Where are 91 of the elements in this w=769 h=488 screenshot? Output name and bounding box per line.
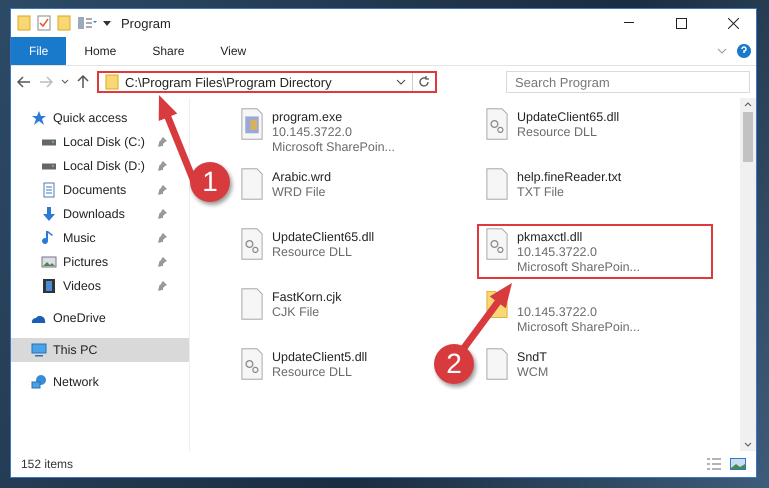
monitor-icon (31, 342, 47, 358)
sidebar-item[interactable]: Local Disk (D:) (11, 154, 189, 178)
file-item[interactable]: UpdateClient65.dll Resource DLL (232, 224, 382, 264)
network-icon (31, 374, 47, 390)
star-icon (31, 110, 47, 126)
tiles-view-icon[interactable] (730, 457, 746, 471)
gear-file-icon (240, 228, 264, 260)
pin-icon[interactable] (157, 233, 167, 243)
gear-file-icon (240, 348, 264, 380)
file-detail: WRD File (272, 185, 326, 200)
pin-icon[interactable] (157, 161, 167, 171)
file-name: FastKorn.cjk (272, 290, 342, 305)
pin-icon[interactable] (157, 137, 167, 147)
file-item[interactable]: help.fineReader.txt TXT File (477, 164, 630, 204)
sidebar-item[interactable]: Quick access (11, 106, 189, 130)
scrollbar-thumb[interactable] (743, 112, 753, 162)
window-title: Program (121, 16, 172, 30)
gear-file-icon (485, 108, 509, 140)
up-button[interactable] (77, 75, 89, 89)
item-count: 152 items (21, 457, 74, 471)
file-name: pkmaxctl.dll (517, 230, 584, 245)
file-detail: Microsoft SharePoin... (517, 260, 640, 275)
file-detail: TXT File (517, 185, 565, 200)
drive-icon (41, 138, 57, 146)
document-icon (41, 182, 57, 198)
sidebar-item[interactable]: Downloads (11, 202, 189, 226)
pin-icon[interactable] (157, 185, 167, 195)
sidebar-item[interactable]: Pictures (11, 250, 189, 274)
file-detail: 10.145.3722.0 (517, 245, 598, 260)
ribbon-tab[interactable]: Share (134, 37, 202, 65)
pin-icon[interactable] (157, 281, 167, 291)
file-detail: Microsoft SharePoin... (272, 140, 395, 155)
file-item[interactable]: FastKorn.cjk CJK File (232, 284, 350, 324)
close-icon (728, 18, 738, 28)
program-icon (240, 108, 264, 140)
details-view-icon[interactable] (706, 457, 722, 471)
file-name: UpdateClient65.dll (272, 230, 374, 245)
file-name: SndT (517, 350, 548, 365)
file-item[interactable]: program.exe 10.145.3722.0 Microsoft SharePoin... (232, 104, 403, 159)
picture-icon (41, 254, 57, 270)
sidebar-item[interactable]: This PC (11, 338, 189, 362)
dropdown-icon[interactable] (103, 19, 111, 27)
sidebar-item[interactable]: Music (11, 226, 189, 250)
recent-dropdown[interactable] (61, 79, 69, 85)
sidebar-item[interactable]: Local Disk (C:) (11, 130, 189, 154)
file-detail: Microsoft SharePoin... (517, 320, 640, 335)
file-item[interactable]: SndT WCM (477, 344, 556, 384)
file-detail: Resource DLL (272, 245, 353, 260)
download-arrow-icon (41, 206, 57, 222)
file-item[interactable]: UpdateClient5.dll Resource DLL (232, 344, 376, 384)
ribbon-tab[interactable]: File (11, 37, 66, 65)
maximize-icon (676, 18, 686, 28)
file-item[interactable]: UpdateClient65.dll Resource DLL (477, 104, 628, 144)
gear-file-icon (485, 228, 509, 260)
minimize-icon (624, 22, 634, 24)
file-detail: WCM (517, 365, 548, 380)
file-name: program.exe (272, 110, 344, 125)
file-name: UpdateClient5.dll (272, 350, 368, 365)
file-icon (240, 168, 264, 200)
file-name: UpdateClient65.dll (517, 110, 620, 125)
file-detail: Resource DLL (272, 365, 353, 380)
folder-icon (17, 15, 31, 31)
file-icon (485, 168, 509, 200)
address-bar[interactable]: C:\Program Files\Program Directory (97, 71, 437, 93)
new-folder-icon (57, 15, 71, 31)
sidebar-item[interactable]: Videos (11, 274, 189, 298)
pin-icon[interactable] (157, 257, 167, 267)
file-detail: Resource DLL (517, 125, 598, 140)
chevron-down-icon[interactable] (396, 78, 406, 86)
file-item[interactable]: pkmaxctl.dll 10.145.3722.0 Microsoft SharePoin... (477, 224, 713, 279)
ribbon-tab[interactable]: View (202, 37, 264, 65)
search-field[interactable]: Search Program (506, 71, 750, 93)
properties-icon[interactable] (77, 16, 97, 30)
drive-icon (41, 162, 57, 170)
file-detail: 10.145.3722.0 (517, 305, 598, 320)
file-item[interactable]: Arabic.wrd WRD File (232, 164, 340, 204)
file-name: help.fineReader.txt (517, 170, 622, 185)
sidebar-item[interactable]: Network (11, 370, 189, 394)
file-icon (240, 288, 264, 320)
file-detail: 10.145.3722.0 (272, 125, 353, 140)
pin-icon[interactable] (157, 209, 167, 219)
ribbon-tab[interactable]: Home (66, 37, 134, 65)
checklist-icon[interactable] (37, 15, 51, 31)
file-name: Arabic.wrd (272, 170, 332, 185)
sidebar-item[interactable]: OneDrive (11, 306, 189, 330)
sidebar-item[interactable]: Documents (11, 178, 189, 202)
folder-icon (105, 74, 119, 90)
film-icon (41, 278, 57, 294)
back-button[interactable] (17, 76, 31, 88)
file-detail: CJK File (272, 305, 320, 320)
file-icon (485, 348, 509, 380)
